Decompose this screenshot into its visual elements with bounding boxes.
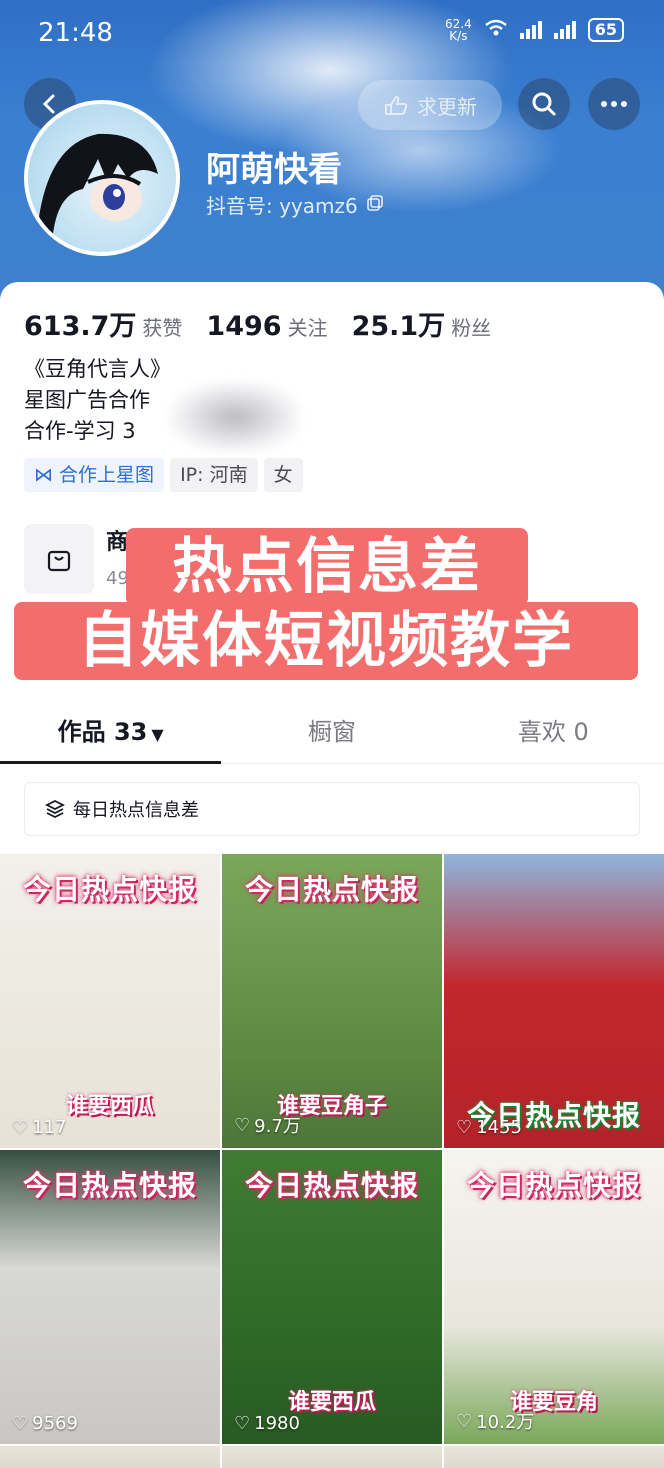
search-button[interactable]	[518, 78, 570, 130]
shop-entry[interactable]	[24, 524, 94, 594]
status-time: 21:48	[38, 18, 113, 48]
bio-line-2: 星图广告合作	[24, 388, 150, 412]
video-grid: 今日热点快报 谁要西瓜 ♡ 117 今日热点快报 谁要豆角子 ♡ 9.7万 今日热点…	[0, 854, 664, 1468]
gender-tag: 女	[263, 458, 303, 492]
battery-indicator: 65	[587, 18, 624, 42]
video-thumbnail[interactable]: 今日热点快报 ♡ 1455	[444, 854, 664, 1148]
status-bar: 21:48 62.4 K/s 65	[0, 14, 664, 54]
network-speed: 62.4 K/s	[445, 17, 472, 43]
like-count: ♡ 1455	[456, 1117, 522, 1138]
like-count: ♡ 1980	[234, 1413, 300, 1434]
anime-avatar-image	[38, 133, 158, 234]
video-thumbnail-partial[interactable]	[0, 1446, 220, 1468]
profile-card: 613.7万 获赞 1496 关注 25.1万 粉丝 《豆角代言人》 星图广告合作 合…	[0, 282, 664, 1468]
nickname: 阿萌快看	[206, 150, 342, 190]
caret-down-icon: ▼	[151, 725, 164, 744]
signal-icon	[519, 21, 542, 39]
hand-icon	[385, 95, 408, 115]
stat-likes[interactable]: 613.7万 获赞	[24, 304, 182, 343]
request-update-button[interactable]: 求更新	[358, 80, 502, 130]
collection-bar[interactable]: 每日热点信息差	[24, 782, 640, 836]
star-map-icon: ⋈	[34, 464, 53, 486]
video-thumbnail[interactable]: 今日热点快报 谁要豆角 ♡ 10.2万	[444, 1150, 664, 1444]
promo-overlay-line-1: 热点信息差	[126, 528, 528, 606]
ip-location-tag: IP: 河南	[170, 458, 258, 492]
signal-icon-2	[553, 21, 576, 39]
like-count: ♡ 9569	[12, 1413, 78, 1434]
heart-icon: ♡	[12, 1117, 29, 1138]
like-count: ♡ 9.7万	[234, 1114, 301, 1138]
stat-following[interactable]: 1496 关注	[206, 311, 327, 342]
tab-showcase[interactable]: 橱窗	[221, 702, 442, 763]
collection-label: 每日热点信息差	[73, 800, 199, 821]
status-icons: 62.4 K/s 65	[445, 18, 624, 42]
bio: 《豆角代言人》 星图广告合作 合作-学习 3	[24, 354, 171, 447]
heart-icon: ♡	[12, 1413, 29, 1434]
search-icon	[532, 92, 556, 116]
avatar[interactable]	[24, 100, 180, 256]
bio-line-3: 合作-学习 3	[24, 419, 136, 443]
profile-tags: ⋈ 合作上星图 IP: 河南 女	[24, 458, 303, 492]
shop-title[interactable]: 商	[106, 524, 128, 556]
heart-icon: ♡	[234, 1114, 251, 1136]
star-map-tag[interactable]: ⋈ 合作上星图	[24, 458, 165, 492]
video-thumbnail-partial[interactable]	[222, 1446, 442, 1468]
video-thumbnail[interactable]: 今日热点快报 谁要豆角子 ♡ 9.7万	[222, 854, 442, 1148]
video-thumbnail[interactable]: 今日热点快报 谁要西瓜 ♡ 1980	[222, 1150, 442, 1444]
stats-row: 613.7万 获赞 1496 关注 25.1万 粉丝	[24, 304, 491, 343]
profile-header: 21:48 62.4 K/s 65 求更新 阿萌快看 抖音号: yyamz6	[0, 0, 664, 300]
more-dots-icon	[601, 101, 627, 107]
promo-overlay-line-2: 自媒体短视频教学	[14, 602, 638, 680]
video-thumbnail[interactable]: 今日热点快报 谁要西瓜 ♡ 117	[0, 854, 220, 1148]
content-tabs: 作品 33 ▼ 橱窗 喜欢 0	[0, 702, 664, 764]
more-button[interactable]	[588, 78, 640, 130]
like-count: ♡ 10.2万	[456, 1410, 535, 1434]
heart-icon: ♡	[456, 1410, 473, 1432]
tab-likes[interactable]: 喜欢 0	[443, 702, 664, 763]
video-thumbnail[interactable]: 今日热点快报 ♡ 9569	[0, 1150, 220, 1444]
shopping-bag-icon	[47, 550, 71, 572]
layers-icon	[45, 799, 65, 819]
video-thumbnail-partial[interactable]	[444, 1446, 664, 1468]
heart-icon: ♡	[456, 1117, 473, 1138]
chevron-left-icon	[42, 94, 55, 114]
blurred-contact	[170, 382, 300, 452]
heart-icon: ♡	[234, 1413, 251, 1434]
like-count: ♡ 117	[12, 1117, 67, 1138]
stat-followers[interactable]: 25.1万 粉丝	[352, 304, 492, 343]
wifi-icon	[484, 19, 508, 41]
request-update-label: 求更新	[417, 94, 477, 119]
copy-icon[interactable]	[366, 193, 384, 217]
bio-line-1: 《豆角代言人》	[24, 357, 171, 381]
douyin-id: 抖音号: yyamz6	[206, 190, 384, 219]
tab-works[interactable]: 作品 33 ▼	[0, 702, 222, 764]
